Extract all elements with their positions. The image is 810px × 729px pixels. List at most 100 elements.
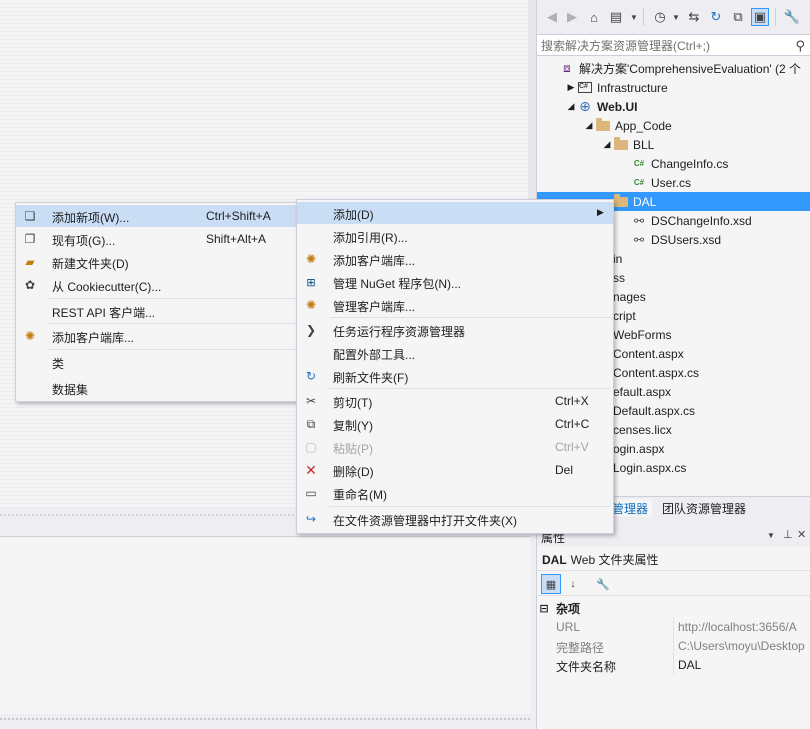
tree-item-label: Web.UI — [597, 99, 638, 114]
tree-item-label: Content.aspx.cs — [613, 365, 700, 380]
tree-item-label: cript — [613, 308, 636, 323]
dataset-icon: ⚯ — [633, 213, 645, 228]
menu-item-label: 刷新文件夹(F) — [333, 371, 409, 385]
tree-item-label: DSUsers.xsd — [651, 232, 722, 247]
property-pages-wrench-icon[interactable]: 🔧 — [593, 574, 613, 594]
menu-item-manage-nuget[interactable]: ⊞ 管理 NuGet 程序包(N)... — [297, 271, 613, 293]
menu-item-label: 管理 NuGet 程序包(N)... — [333, 277, 462, 291]
menu-item-add-client-library[interactable]: ✺ 添加客户端库... — [16, 325, 298, 347]
menu-item-add-client-library[interactable]: ✺ 添加客户端库... — [297, 248, 613, 270]
menu-item-label: 配置外部工具... — [333, 348, 416, 362]
expand-toggle-icon[interactable]: ◢ — [583, 120, 595, 131]
collapse-all-icon[interactable]: ⧉ — [729, 8, 747, 26]
chevron-down-icon[interactable]: ▼ — [767, 531, 775, 540]
menu-item-refresh-folder[interactable]: ↻ 刷新文件夹(F) — [297, 365, 613, 387]
sync-icon[interactable]: ⇆ — [685, 8, 703, 26]
tree-item[interactable]: ▶ C# Infrastructure — [537, 78, 810, 97]
menu-item-dataset[interactable]: 数据集 — [16, 377, 298, 399]
menu-item-rename[interactable]: ▭ 重命名(M) — [297, 482, 613, 504]
menu-item-label: 添加引用(R)... — [333, 231, 408, 245]
chevron-down-icon[interactable]: ▼ — [667, 8, 685, 26]
expand-toggle-icon[interactable]: ◢ — [601, 139, 613, 150]
menu-item-open-in-explorer[interactable]: ↪ 在文件资源管理器中打开文件夹(X) — [297, 508, 613, 530]
property-category[interactable]: ⊟ 杂项 — [537, 599, 580, 617]
tree-item-label: Login.aspx.cs — [613, 460, 687, 475]
properties-object-selector[interactable]: DAL Web 文件夹属性 — [537, 548, 810, 568]
menu-item-label: 剪切(T) — [333, 396, 373, 410]
categorized-icon[interactable]: ▦ — [541, 574, 561, 594]
menu-item-label: 添加客户端库... — [333, 254, 416, 268]
tree-item[interactable]: ◢ App_Code — [537, 116, 810, 135]
show-all-files-icon[interactable]: ▣ — [751, 8, 769, 26]
tab-team-explorer[interactable]: 团队资源管理器 — [658, 499, 750, 517]
expand-toggle-icon[interactable]: ▶ — [565, 82, 577, 93]
tree-item[interactable]: ⧈ 解决方案'ComprehensiveEvaluation' (2 个 — [537, 59, 810, 78]
chevron-down-icon[interactable]: ▼ — [625, 8, 643, 26]
property-row[interactable]: 文件夹名称 DAL — [537, 656, 810, 675]
tree-item-label: ogin.aspx — [613, 441, 665, 456]
menu-item-cut[interactable]: ✂ 剪切(T) Ctrl+X — [297, 390, 613, 412]
output-pane — [0, 536, 530, 714]
tree-item[interactable]: C# ChangeInfo.cs — [537, 154, 810, 173]
expand-toggle-icon[interactable]: ◢ — [565, 101, 577, 112]
tree-item-label: ChangeInfo.cs — [651, 156, 729, 171]
alphabetical-icon[interactable]: ↓ — [563, 574, 583, 594]
menu-item-shortcut: Ctrl+Shift+A — [206, 209, 271, 223]
menu-item-task-runner[interactable]: ❯ 任务运行程序资源管理器 — [297, 319, 613, 341]
solution-explorer-search[interactable]: ⚲ — [537, 34, 810, 56]
home-icon[interactable]: ⌂ — [585, 8, 603, 26]
menu-item-add-reference[interactable]: 添加引用(R)... — [297, 225, 613, 247]
web-project-icon: ⊕ — [579, 98, 591, 114]
property-row[interactable]: 完整路径 C:\Users\moyu\Desktop — [537, 637, 810, 656]
csharp-project-icon: C# — [577, 81, 593, 95]
tree-item[interactable]: ◢ ⊕ Web.UI — [537, 97, 810, 116]
bottom-panel-splitter[interactable] — [0, 714, 530, 729]
menu-item-label: 现有项(G)... — [52, 234, 116, 248]
menu-item-from-cookiecutter[interactable]: ✿ 从 Cookiecutter(C)... — [16, 274, 298, 296]
back-icon[interactable]: ◀ — [543, 8, 561, 26]
property-value[interactable]: C:\Users\moyu\Desktop — [678, 639, 810, 653]
scissors-icon: ✂ — [305, 394, 317, 408]
menu-item-copy[interactable]: ⧉ 复制(Y) Ctrl+C — [297, 413, 613, 435]
copy-icon: ⧉ — [306, 416, 316, 431]
tab-solution-explorer[interactable]: 管理器 — [608, 499, 653, 517]
property-value[interactable]: DAL — [678, 658, 810, 672]
tree-item[interactable]: ◢ BLL — [537, 135, 810, 154]
collapse-icon[interactable]: ⊟ — [537, 602, 551, 615]
menu-item-shortcut: Ctrl+X — [555, 394, 589, 408]
menu-item-delete[interactable]: ✕ 删除(D) Del — [297, 459, 613, 481]
tree-item-label: BLL — [633, 137, 655, 152]
client-library-icon: ✺ — [305, 252, 317, 266]
tree-item-label: nages — [613, 289, 646, 304]
forward-icon[interactable]: ▶ — [563, 8, 581, 26]
menu-item-rest-api-client[interactable]: REST API 客户端... — [16, 300, 298, 322]
properties-wrench-icon[interactable]: 🔧 — [783, 8, 801, 26]
menu-item-config-external-tools[interactable]: 配置外部工具... — [297, 342, 613, 364]
property-row[interactable]: URL http://localhost:3656/A — [537, 618, 810, 637]
property-value[interactable]: http://localhost:3656/A — [678, 620, 810, 634]
menu-item-class[interactable]: 类 — [16, 351, 298, 373]
close-icon[interactable]: ✕ — [797, 528, 806, 541]
menu-item-shortcut: Shift+Alt+A — [206, 232, 267, 246]
refresh-icon[interactable]: ↻ — [707, 8, 725, 26]
add-submenu: ❏ 添加新项(W)... Ctrl+Shift+A ❐ 现有项(G)... Sh… — [15, 202, 299, 402]
menu-item-add-new-item[interactable]: ❏ 添加新项(W)... Ctrl+Shift+A — [16, 205, 298, 227]
menu-item-new-folder[interactable]: ▰ 新建文件夹(D) — [16, 251, 298, 273]
menu-item-manage-client-libraries[interactable]: ✺ 管理客户端库... — [297, 294, 613, 316]
menu-item-label: 类 — [52, 357, 65, 371]
menu-item-paste[interactable]: ▢ 粘贴(P) Ctrl+V — [297, 436, 613, 458]
sync-view-icon[interactable]: ▤ — [607, 8, 625, 26]
refresh-icon: ↻ — [305, 369, 317, 383]
search-icon[interactable]: ⚲ — [795, 38, 805, 54]
object-type: Web 文件夹属性 — [570, 553, 659, 567]
delete-icon: ✕ — [305, 461, 317, 478]
search-input[interactable] — [541, 38, 781, 54]
tree-item-label: User.cs — [651, 175, 692, 190]
pin-icon[interactable]: ⊥ — [783, 528, 793, 541]
property-divider — [673, 656, 674, 675]
menu-item-existing-item[interactable]: ❐ 现有项(G)... Shift+Alt+A — [16, 228, 298, 250]
tree-item[interactable]: C# User.cs — [537, 173, 810, 192]
property-name: 文件夹名称 — [556, 660, 617, 674]
menu-item-add[interactable]: 添加(D) ▶ — [297, 202, 613, 224]
context-menu: 添加(D) ▶ 添加引用(R)... ✺ 添加客户端库... ⊞ 管理 NuGe… — [296, 199, 614, 534]
